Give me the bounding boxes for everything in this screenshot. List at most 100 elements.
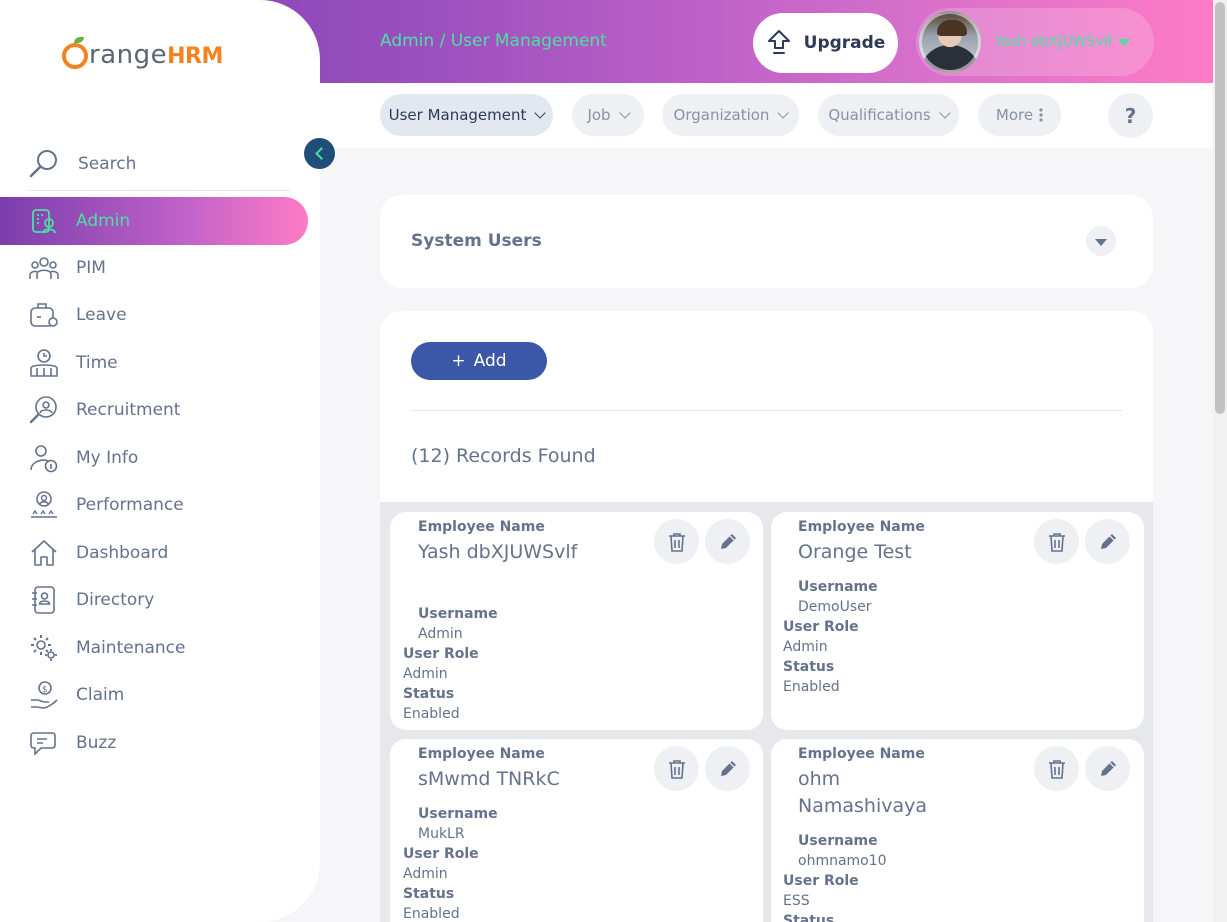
username-value: DemoUser: [798, 599, 872, 615]
user-role-value: Admin: [403, 666, 448, 682]
tab-qualifications[interactable]: Qualifications: [818, 94, 959, 136]
buzz-icon: [29, 728, 59, 758]
user-card: Employee Name sMwmd TNRkC Username MukLR…: [390, 739, 763, 922]
tab-label: Job: [587, 106, 611, 124]
user-role-value: Admin: [403, 866, 448, 882]
system-users-card: System Users: [380, 195, 1153, 288]
user-role-label: User Role: [783, 873, 859, 889]
help-button[interactable]: ?: [1108, 93, 1153, 138]
sidebar-item-buzz[interactable]: Buzz: [0, 719, 308, 767]
delete-button[interactable]: [654, 519, 699, 564]
user-name: Yash dbXJUWSvlf: [995, 34, 1113, 50]
maintenance-icon: [29, 633, 59, 663]
employee-name: ohm Namashivaya: [798, 768, 928, 817]
delete-button[interactable]: [1034, 746, 1079, 791]
username-value: ohmnamo10: [798, 853, 887, 869]
orangehrm-logo: rangeHRM: [62, 37, 223, 70]
pencil-icon: [1100, 760, 1116, 776]
tab-user-management[interactable]: User Management: [380, 94, 553, 136]
trash-icon: [1048, 759, 1065, 779]
sidebar-collapse-button[interactable]: [304, 138, 335, 169]
employee-name: Yash dbXJUWSvlf: [418, 541, 578, 563]
sidebar-item-performance[interactable]: Performance: [0, 481, 308, 529]
upgrade-button[interactable]: Upgrade: [753, 13, 898, 73]
delete-button[interactable]: [654, 746, 699, 791]
records-count: (12) Records Found: [411, 445, 596, 467]
recruitment-icon: [29, 395, 59, 425]
user-list-card: + Add (12) Records Found Employee Name Y…: [380, 311, 1153, 922]
status-label: Status: [403, 686, 455, 702]
pencil-icon: [720, 760, 736, 776]
edit-button[interactable]: [705, 746, 750, 791]
chevron-down-icon: [777, 106, 790, 119]
search-icon: [29, 150, 57, 178]
sidebar-item-admin[interactable]: Admin: [0, 197, 308, 245]
top-menu: User Management Job Organization Qualifi…: [320, 83, 1213, 148]
status-value: Enabled: [403, 706, 460, 722]
sidebar-item-label: Admin: [76, 211, 131, 231]
employee-name-label: Employee Name: [798, 519, 925, 535]
sidebar-item-claim[interactable]: $ Claim: [0, 671, 308, 719]
upgrade-icon: [767, 30, 790, 54]
tab-label: Qualifications: [828, 106, 931, 124]
employee-name-label: Employee Name: [798, 746, 925, 762]
sidebar-item-time[interactable]: Time: [0, 339, 308, 387]
username-label: Username: [798, 833, 878, 849]
sidebar-item-maintenance[interactable]: Maintenance: [0, 624, 308, 672]
status-value: Enabled: [783, 679, 840, 695]
pencil-icon: [720, 533, 736, 549]
add-button[interactable]: + Add: [411, 342, 547, 380]
time-icon: [29, 348, 59, 378]
user-role-label: User Role: [403, 646, 479, 662]
sidebar-item-label: Directory: [76, 590, 155, 610]
user-role-value: ESS: [783, 893, 810, 909]
status-label: Status: [783, 913, 835, 922]
sidebar-item-label: PIM: [76, 258, 106, 278]
chevron-down-icon: [534, 106, 547, 119]
logo-text: range: [89, 40, 168, 70]
expand-filter-button[interactable]: [1086, 226, 1116, 256]
chevron-down-icon: [938, 106, 951, 119]
sidebar-item-label: Maintenance: [76, 638, 186, 658]
tab-more[interactable]: More: [978, 94, 1061, 136]
sidebar-item-directory[interactable]: Directory: [0, 576, 308, 624]
divider: [410, 410, 1123, 411]
tab-label: User Management: [388, 106, 527, 124]
sidebar-item-dashboard[interactable]: Dashboard: [0, 529, 308, 577]
username-label: Username: [418, 806, 498, 822]
sidebar-search[interactable]: Search: [28, 138, 290, 191]
dashboard-icon: [29, 538, 59, 568]
tab-job[interactable]: Job: [572, 94, 644, 136]
tab-organization[interactable]: Organization: [662, 94, 799, 136]
svg-text:$: $: [42, 685, 48, 695]
pim-icon: [29, 253, 59, 283]
user-role-label: User Role: [783, 619, 859, 635]
trash-icon: [1048, 532, 1065, 552]
sidebar-item-label: Dashboard: [76, 543, 169, 563]
sidebar-item-label: My Info: [76, 448, 139, 468]
page-scrollbar-thumb[interactable]: [1215, 2, 1225, 414]
user-dropdown[interactable]: Yash dbXJUWSvlf: [916, 8, 1154, 76]
leave-icon: [29, 300, 59, 330]
username-label: Username: [418, 606, 498, 622]
add-label: Add: [473, 351, 507, 371]
delete-button[interactable]: [1034, 519, 1079, 564]
user-role-value: Admin: [783, 639, 828, 655]
my-info-icon: [29, 443, 59, 473]
edit-button[interactable]: [705, 519, 750, 564]
search-label: Search: [78, 154, 137, 174]
sidebar-item-pim[interactable]: PIM: [0, 244, 308, 292]
pencil-icon: [1100, 533, 1116, 549]
tab-label: Organization: [673, 106, 770, 124]
user-card: Employee Name ohm Namashivaya Username o…: [771, 739, 1144, 922]
more-vertical-icon: [1039, 108, 1043, 122]
edit-button[interactable]: [1085, 746, 1130, 791]
sidebar-item-recruitment[interactable]: Recruitment: [0, 386, 308, 434]
upgrade-label: Upgrade: [803, 33, 886, 53]
sidebar-item-my-info[interactable]: My Info: [0, 434, 308, 482]
breadcrumb: Admin / User Management: [380, 31, 607, 51]
sidebar: rangeHRM Search Admin PIM Leave Time Rec…: [0, 0, 320, 922]
user-card-grid: Employee Name Yash dbXJUWSvlf Username A…: [380, 502, 1153, 922]
edit-button[interactable]: [1085, 519, 1130, 564]
sidebar-item-leave[interactable]: Leave: [0, 291, 308, 339]
